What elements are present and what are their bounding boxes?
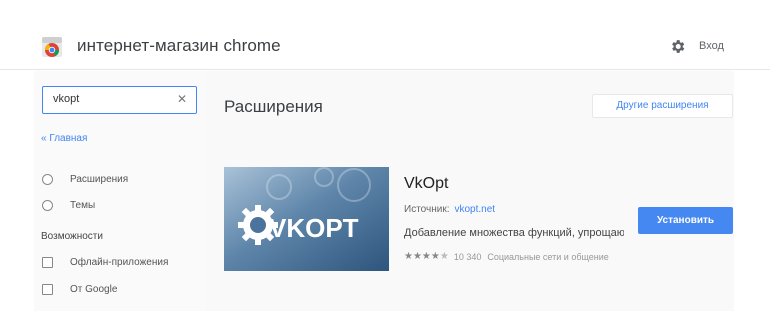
svg-text:VKOPT: VKOPT bbox=[269, 213, 359, 243]
more-extensions-button[interactable]: Другие расширения bbox=[592, 94, 733, 118]
radio-label: Темы bbox=[70, 200, 96, 211]
section-title: Расширения bbox=[224, 97, 323, 116]
sidebar: ✕ « Главная Расширения Темы Возможности … bbox=[34, 71, 206, 311]
search-input[interactable] bbox=[53, 93, 163, 105]
checkbox-label: От Google bbox=[70, 284, 118, 295]
signin-link[interactable]: Вход bbox=[699, 40, 724, 52]
header: интернет-магазин chrome Вход bbox=[0, 0, 770, 70]
radio-button[interactable] bbox=[42, 200, 53, 211]
extension-meta: ★★★★★ 10 340 Социальные сети и общение bbox=[404, 251, 626, 262]
radio-themes[interactable]: Темы bbox=[42, 200, 95, 211]
home-link[interactable]: « Главная bbox=[41, 133, 87, 144]
extension-thumbnail[interactable]: VKOPT bbox=[224, 167, 389, 271]
checkbox[interactable] bbox=[42, 257, 53, 268]
features-heading: Возможности bbox=[41, 231, 103, 242]
checkbox-offline-apps[interactable]: Офлайн-приложения bbox=[42, 257, 168, 268]
extension-name[interactable]: VkOpt bbox=[404, 175, 448, 193]
source-link[interactable]: vkopt.net bbox=[454, 204, 495, 215]
radio-label: Расширения bbox=[70, 174, 129, 185]
main-content: Расширения Другие расширения VKOPT VkOpt… bbox=[206, 71, 734, 311]
store-title[interactable]: интернет-магазин chrome bbox=[77, 36, 281, 56]
checkbox[interactable] bbox=[42, 284, 53, 295]
extension-category: Социальные сети и общение bbox=[487, 251, 609, 262]
radio-extensions[interactable]: Расширения bbox=[42, 174, 128, 185]
chrome-web-store-logo[interactable] bbox=[41, 36, 63, 58]
vkopt-banner-image: VKOPT bbox=[224, 167, 389, 271]
install-button[interactable]: Установить bbox=[638, 207, 733, 234]
gear-icon[interactable] bbox=[669, 38, 686, 55]
extension-source: Источник: vkopt.net bbox=[404, 204, 495, 215]
source-label: Источник: bbox=[404, 204, 450, 215]
extension-card[interactable]: VKOPT VkOpt Источник: vkopt.net Добавлени… bbox=[224, 167, 734, 302]
rating-stars: ★★★★★ bbox=[404, 251, 449, 262]
close-icon[interactable]: ✕ bbox=[177, 92, 187, 106]
radio-button[interactable] bbox=[42, 174, 53, 185]
search-box[interactable]: ✕ bbox=[42, 86, 197, 114]
checkbox-by-google[interactable]: От Google bbox=[42, 284, 117, 295]
checkbox-label: Офлайн-приложения bbox=[70, 257, 169, 268]
extension-description: Добавление множества функций, упрощающих… bbox=[404, 227, 624, 239]
rating-count[interactable]: 10 340 bbox=[454, 252, 482, 262]
